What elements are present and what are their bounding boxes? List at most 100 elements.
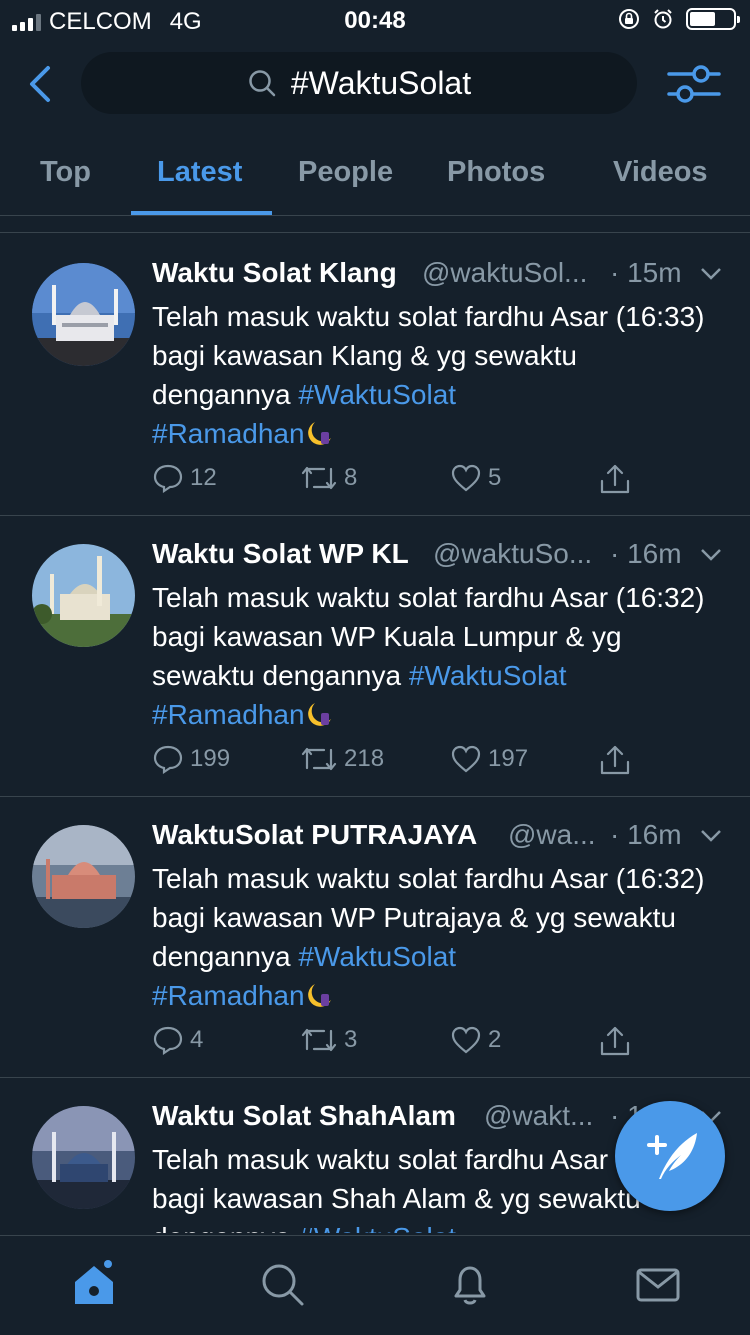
- tweet[interactable]: WaktuSolat PUTRAJAYA @wa... · 16m Telah …: [0, 797, 750, 1078]
- status-bar: CELCOM 4G 00:48: [0, 0, 750, 44]
- tweet-text: Telah masuk waktu solat fardhu Asar (16:…: [152, 297, 722, 453]
- hashtag-link[interactable]: #Ramadhan: [152, 980, 305, 1011]
- notifications-icon[interactable]: [446, 1260, 494, 1308]
- tab-people[interactable]: People: [298, 156, 393, 189]
- chevron-down-icon[interactable]: [700, 829, 722, 843]
- retweet-icon: [301, 747, 337, 771]
- share-icon: [600, 745, 630, 775]
- tweet-feed[interactable]: Waktu Solat Klang @waktuSol... · 15m Tel…: [0, 232, 750, 1233]
- display-name[interactable]: Waktu Solat ShahAlam: [152, 1100, 456, 1132]
- tab-latest[interactable]: Latest: [157, 156, 242, 189]
- share-button[interactable]: [598, 463, 632, 495]
- reply-count: 199: [190, 745, 231, 772]
- display-name[interactable]: Waktu Solat WP KL: [152, 538, 409, 570]
- like-count: 2: [488, 1026, 502, 1053]
- hashtag-link[interactable]: #WaktuSolat: [298, 1222, 456, 1233]
- tab-videos[interactable]: Videos: [613, 156, 708, 189]
- reply-button[interactable]: 199: [152, 744, 230, 774]
- timestamp: · 16m: [610, 819, 682, 850]
- like-icon: [451, 464, 481, 492]
- retweet-count: 3: [344, 1026, 358, 1053]
- tweet-header: Waktu Solat WP KL @waktuSo... · 16m: [152, 538, 722, 578]
- search-header: #WaktuSolat: [0, 44, 750, 130]
- like-icon: [451, 1026, 481, 1054]
- avatar[interactable]: [32, 1106, 135, 1209]
- reply-icon: [153, 1026, 183, 1055]
- avatar[interactable]: [32, 544, 135, 647]
- retweet-button[interactable]: 8: [300, 463, 357, 493]
- reply-count: 4: [190, 1026, 204, 1053]
- username[interactable]: @wakt...: [484, 1100, 593, 1132]
- like-icon: [451, 745, 481, 773]
- compose-tweet-button[interactable]: [615, 1101, 725, 1211]
- search-icon: [249, 70, 276, 97]
- messages-icon[interactable]: [634, 1260, 682, 1308]
- retweet-button[interactable]: 218: [300, 744, 384, 774]
- hashtag-link[interactable]: #WaktuSolat: [409, 660, 567, 691]
- like-count: 5: [488, 464, 502, 491]
- hashtag-link[interactable]: #WaktuSolat: [298, 379, 456, 410]
- username[interactable]: @wa...: [508, 819, 596, 851]
- tweet[interactable]: Waktu Solat Klang @waktuSol... · 15m Tel…: [0, 235, 750, 516]
- back-chevron-icon[interactable]: [22, 62, 62, 106]
- share-button[interactable]: [598, 744, 632, 776]
- username[interactable]: @waktuSol...: [422, 257, 587, 289]
- tweet-header: Waktu Solat Klang @waktuSol... · 15m: [152, 257, 722, 297]
- search-query: #WaktuSolat: [290, 64, 472, 101]
- tab-top[interactable]: Top: [40, 156, 91, 189]
- home-icon[interactable]: [70, 1260, 118, 1308]
- share-button[interactable]: [598, 1025, 632, 1057]
- filter-sliders-icon[interactable]: [667, 60, 721, 108]
- reply-button[interactable]: 4: [152, 1025, 203, 1055]
- like-count: 197: [488, 745, 529, 772]
- retweet-count: 218: [344, 745, 385, 772]
- bottom-tab-bar: [0, 1235, 750, 1335]
- share-icon: [600, 464, 630, 494]
- battery-fill: [690, 12, 715, 26]
- reply-button[interactable]: 12: [152, 463, 217, 493]
- tweet-header: WaktuSolat PUTRAJAYA @wa... · 16m: [152, 819, 722, 859]
- retweet-icon: [301, 1028, 337, 1052]
- tweet[interactable]: Waktu Solat WP KL @waktuSo... · 16m Tela…: [0, 516, 750, 797]
- status-right: [618, 8, 740, 30]
- hashtag-link[interactable]: #Ramadhan: [152, 418, 305, 449]
- crescent-moon-emoji-icon: [307, 703, 331, 726]
- compose-icon: [647, 1133, 697, 1179]
- orientation-lock-icon: [619, 9, 639, 29]
- reply-icon: [153, 745, 183, 774]
- retweet-count: 8: [344, 464, 358, 491]
- like-button[interactable]: 2: [450, 1025, 501, 1055]
- avatar[interactable]: [32, 825, 135, 928]
- battery-icon: [686, 8, 740, 30]
- tweet-actions: 199 218 197: [152, 744, 652, 784]
- display-name[interactable]: WaktuSolat PUTRAJAYA: [152, 819, 477, 851]
- tweet-text: Telah masuk waktu solat fardhu Asar (16:…: [152, 859, 722, 1015]
- hashtag-link[interactable]: #Ramadhan: [152, 699, 305, 730]
- hashtag-link[interactable]: #WaktuSolat: [298, 941, 456, 972]
- like-button[interactable]: 5: [450, 463, 501, 493]
- timestamp: · 16m: [610, 538, 682, 569]
- tweet-actions: 4 3 2: [152, 1025, 652, 1065]
- alarm-icon: [654, 9, 672, 29]
- explore-icon[interactable]: [258, 1260, 306, 1308]
- like-button[interactable]: 197: [450, 744, 528, 774]
- username[interactable]: @waktuSo...: [433, 538, 592, 570]
- retweet-icon: [301, 466, 337, 490]
- timestamp: · 15m: [610, 257, 682, 288]
- display-name[interactable]: Waktu Solat Klang: [152, 257, 397, 289]
- crescent-moon-emoji-icon: [307, 422, 331, 445]
- chevron-down-icon[interactable]: [700, 267, 722, 281]
- reply-count: 12: [190, 464, 217, 491]
- tab-photos[interactable]: Photos: [447, 156, 545, 189]
- reply-icon: [153, 464, 183, 493]
- tweet-actions: 12 8 5: [152, 463, 652, 503]
- share-icon: [600, 1026, 630, 1056]
- active-tab-indicator: [131, 211, 272, 215]
- chevron-down-icon[interactable]: [700, 548, 722, 562]
- search-tabs: Top Latest People Photos Videos: [0, 130, 750, 216]
- avatar[interactable]: [32, 263, 135, 366]
- retweet-button[interactable]: 3: [300, 1025, 357, 1055]
- crescent-moon-emoji-icon: [307, 984, 331, 1007]
- tweet-text: Telah masuk waktu solat fardhu Asar (16:…: [152, 578, 722, 734]
- search-input[interactable]: #WaktuSolat: [81, 52, 637, 114]
